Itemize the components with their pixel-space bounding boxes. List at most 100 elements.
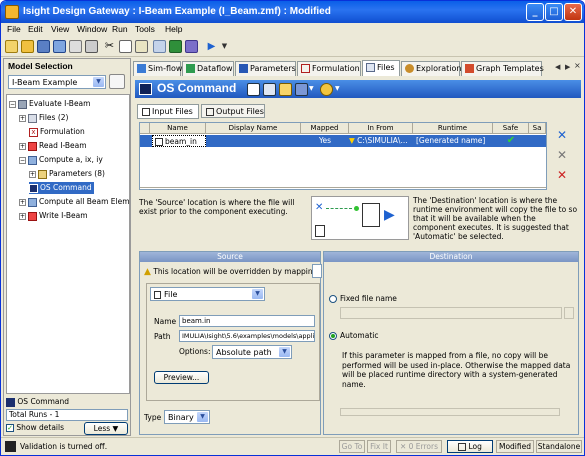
tab-scroll-left-icon[interactable]: ◀ xyxy=(555,63,560,71)
automatic-option[interactable]: Automatic xyxy=(329,331,378,340)
tab-input-files[interactable]: Input Files xyxy=(137,104,199,119)
collapse-icon[interactable]: − xyxy=(19,156,26,164)
tab-sim-flow[interactable]: Sim-flow xyxy=(133,61,182,76)
menu-tools[interactable]: Tools xyxy=(135,24,155,34)
fixit-button[interactable]: Fix It xyxy=(367,440,391,453)
menu-file[interactable]: File xyxy=(7,24,21,34)
col-mapped[interactable]: Mapped xyxy=(301,123,349,134)
paste-icon[interactable] xyxy=(135,40,148,53)
copy-icon[interactable] xyxy=(119,40,132,53)
print-icon[interactable] xyxy=(85,40,98,53)
title-bar[interactable]: Isight Design Gateway : I-Beam Example (… xyxy=(1,1,584,23)
save-as-icon[interactable] xyxy=(53,40,66,53)
tree-node-read-ibeam[interactable]: + Read I-Beam xyxy=(19,140,87,152)
tab-close-icon[interactable]: × xyxy=(574,61,581,70)
cut-icon[interactable]: ✂ xyxy=(103,40,116,53)
log-button[interactable]: Log xyxy=(447,440,493,453)
cell-runtime[interactable]: [Generated name] xyxy=(413,135,493,147)
tree-node-parameters[interactable]: + Parameters (8) xyxy=(29,168,105,180)
tab-output-files[interactable]: Output Files xyxy=(201,104,265,118)
grid-icon[interactable] xyxy=(169,40,182,53)
edit-icon[interactable] xyxy=(247,83,260,96)
tree-node-compute-a-ix-iy[interactable]: − Compute a, ix, iy xyxy=(19,154,103,166)
col-sa[interactable]: Sa xyxy=(529,123,546,134)
add-mapping-icon[interactable]: ✕ xyxy=(557,128,567,142)
automatic-radio[interactable] xyxy=(329,332,337,340)
tree-node-evaluate-ibeam[interactable]: − Evaluate I-Beam xyxy=(9,98,90,110)
model-properties-icon[interactable] xyxy=(109,74,125,89)
open-icon[interactable] xyxy=(21,40,34,53)
col-display-name[interactable]: Display Name xyxy=(206,123,301,134)
col-runtime[interactable]: Runtime xyxy=(413,123,493,134)
minimize-button[interactable]: _ xyxy=(526,3,544,21)
menu-view[interactable]: View xyxy=(51,24,69,34)
file-type-combo[interactable]: Binary ▼ xyxy=(164,410,210,424)
fixed-file-name-option[interactable]: Fixed file name xyxy=(329,294,397,303)
path-options-combo[interactable]: Absolute path ▼ xyxy=(212,345,292,359)
reset-mapping-icon[interactable] xyxy=(312,264,322,278)
menu-run[interactable]: Run xyxy=(112,24,128,34)
save-icon[interactable] xyxy=(37,40,50,53)
errors-icon: ✕ xyxy=(399,442,407,451)
edit-component-icon[interactable] xyxy=(153,40,166,53)
menu-help[interactable]: Help xyxy=(165,24,182,34)
expand-icon[interactable]: + xyxy=(19,142,26,150)
source-type-combo[interactable]: File ▼ xyxy=(150,287,265,301)
preview-button[interactable]: Preview... xyxy=(154,371,209,384)
table-splitter[interactable] xyxy=(140,187,546,190)
graph-templates-icon xyxy=(465,64,474,73)
new-icon[interactable] xyxy=(5,40,18,53)
menu-window[interactable]: Window xyxy=(77,24,107,34)
path-field[interactable]: IMULIA\Isight\5.6\examples\models\applic… xyxy=(179,330,315,342)
tab-exploration[interactable]: Exploration xyxy=(401,61,462,76)
table-icon[interactable] xyxy=(263,83,276,96)
tab-files[interactable]: Files xyxy=(362,60,400,76)
tab-parameters[interactable]: Parameters xyxy=(235,61,296,76)
edit-mapping-icon[interactable]: ✕ xyxy=(557,148,567,162)
run-dropdown-icon[interactable]: ▼ xyxy=(218,40,231,53)
fixed-file-name-field[interactable] xyxy=(340,307,562,319)
tree-node-write-ibeam[interactable]: + Write I-Beam xyxy=(19,210,88,222)
maximize-button[interactable]: □ xyxy=(545,3,563,21)
fixed-file-name-radio[interactable] xyxy=(329,295,337,303)
remove-mapping-icon[interactable]: ✕ xyxy=(557,168,567,182)
less-button[interactable]: Less ▼ xyxy=(84,422,128,435)
menu-edit[interactable]: Edit xyxy=(28,24,43,34)
tab-graph-templates[interactable]: Graph Templates xyxy=(461,61,544,76)
goto-button[interactable]: Go To xyxy=(339,440,365,453)
collapse-icon[interactable]: − xyxy=(9,100,16,108)
tools-icon[interactable] xyxy=(295,83,308,96)
tree-node-files[interactable]: + Files (2) xyxy=(19,112,68,124)
browse-icon[interactable] xyxy=(564,307,574,319)
horizontal-scrollbar[interactable] xyxy=(340,408,560,416)
expand-icon[interactable]: + xyxy=(29,170,36,178)
run-icon[interactable]: ▶ xyxy=(205,40,218,53)
chart-icon[interactable] xyxy=(185,40,198,53)
tab-formulation[interactable]: Formulation xyxy=(297,61,361,76)
tree-node-os-command[interactable]: OS Command xyxy=(29,182,94,194)
close-button[interactable]: ✕ xyxy=(564,3,582,21)
errors-button[interactable]: ✕ 0 Errors xyxy=(396,440,442,453)
cell-in-from[interactable]: ▼ C:\SIMULIA\... xyxy=(349,135,413,147)
col-in-from[interactable]: In From xyxy=(349,123,413,134)
model-combo[interactable]: I-Beam Example ▼ xyxy=(8,75,106,89)
show-details-row[interactable]: ✓ Show details xyxy=(6,423,64,432)
expand-icon[interactable]: + xyxy=(19,198,26,206)
folder-icon[interactable] xyxy=(279,83,292,96)
properties-icon[interactable] xyxy=(69,40,82,53)
tab-scroll-right-icon[interactable]: ▶ xyxy=(565,63,570,71)
help-dropdown-icon[interactable]: ▼ xyxy=(335,85,340,92)
cell-mapped[interactable]: Yes xyxy=(301,135,349,147)
tree-node-formulation[interactable]: x Formulation xyxy=(29,126,85,138)
show-details-checkbox[interactable]: ✓ xyxy=(6,424,14,432)
tree-node-compute-all-beam[interactable]: + Compute all Beam Elemen xyxy=(19,196,129,208)
expand-icon[interactable]: + xyxy=(19,114,26,122)
help-icon[interactable] xyxy=(320,83,333,96)
name-field[interactable]: beam.in xyxy=(179,315,315,327)
cell-name[interactable]: beam_in xyxy=(152,135,206,147)
col-name[interactable]: Name xyxy=(150,123,206,134)
tools-dropdown-icon[interactable]: ▼ xyxy=(309,85,314,92)
tab-dataflow[interactable]: Dataflow xyxy=(182,61,234,76)
expand-icon[interactable]: + xyxy=(19,212,26,220)
col-safe[interactable]: Safe xyxy=(493,123,529,134)
